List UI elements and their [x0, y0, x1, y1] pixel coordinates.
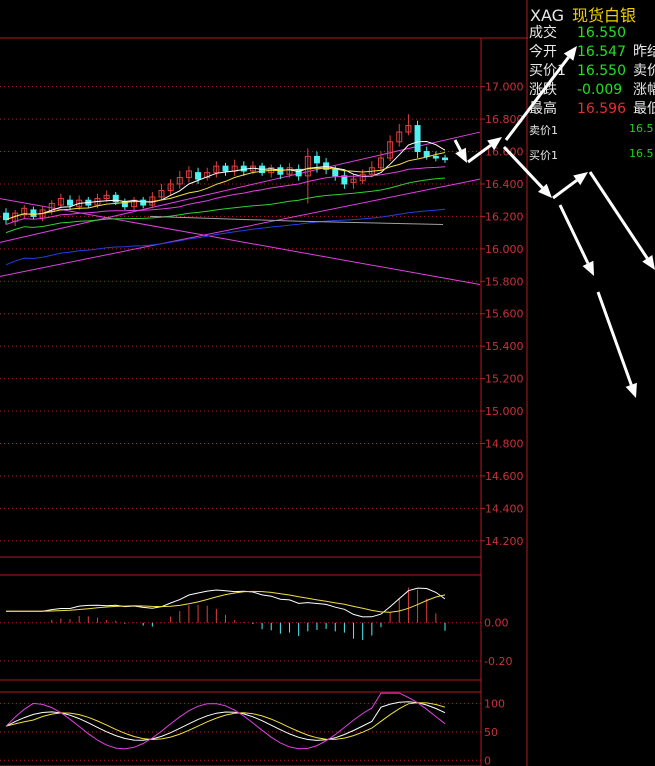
y-tick-label: 15.400 [485, 340, 524, 353]
quote-row-change: 涨跌 -0.009 涨幅 [529, 81, 655, 100]
sell1-value: 16.5 [629, 122, 654, 135]
trendline-up [0, 131, 481, 243]
row-label2: 昨结 [633, 44, 655, 60]
row-label: 最高 [529, 101, 557, 117]
y-tick-label: 17.000 [485, 81, 524, 94]
y-tick-label: 14.200 [485, 535, 524, 548]
candle-body [140, 199, 147, 206]
y-tick-label: 16.600 [485, 146, 524, 159]
trendline-down [0, 198, 481, 286]
y-tick-label: 15.000 [485, 405, 524, 418]
y-tick-label: 14.400 [485, 502, 524, 515]
row-value: 16.596 [577, 101, 626, 117]
row-label2: 涨幅 [633, 82, 655, 98]
candle-body [67, 199, 74, 206]
row-label: 今开 [529, 44, 557, 60]
candle-body [313, 155, 320, 164]
y-tick-label: 14.600 [485, 470, 524, 483]
row-label: 涨跌 [529, 82, 557, 98]
gray-line [149, 215, 444, 225]
buy1-value: 16.5 [629, 147, 654, 160]
candle-body [423, 151, 430, 157]
ma10-line [5, 152, 446, 221]
symbol-label: XAG [530, 6, 565, 25]
kdj-j-line [5, 692, 446, 750]
y-tick-label: 100 [484, 697, 505, 710]
y-tick-label: 15.600 [485, 308, 524, 321]
candle-body [195, 172, 202, 180]
quote-title: XAG 现货白银 [530, 2, 636, 26]
buy1-row: 买价1 16.5 [529, 147, 654, 163]
y-tick-label: 16.000 [485, 243, 524, 256]
ma5-line [5, 140, 446, 221]
row-value: 16.547 [577, 44, 626, 60]
macd-dif-line [6, 587, 446, 618]
buy1-label: 买价1 [529, 149, 558, 162]
row-label: 成交 [529, 25, 557, 41]
row-label: 买价1 [529, 63, 566, 79]
price-chart: 17.000 16.800 16.600 16.400 16.200 16.000 15.8… [0, 0, 528, 766]
quote-row-bid: 买价1 16.550 卖价 [529, 62, 655, 81]
y-tick-label: -0.20 [484, 655, 512, 668]
quote-row-high: 最高 16.596 最低 [529, 100, 655, 119]
sell1-label: 卖价1 [529, 124, 558, 137]
y-tick-label: 14.800 [485, 437, 524, 450]
quote-panel: XAG 现货白银 成交 16.550 今开 16.547 昨结 买价1 16.550 卖价 … [528, 0, 655, 766]
instrument-name: 现货白银 [572, 6, 637, 25]
quote-row-trade: 成交 16.550 [529, 24, 633, 43]
y-tick-label: 16.400 [485, 178, 524, 191]
candle-body [240, 165, 247, 172]
candle-body [222, 165, 229, 172]
y-tick-label: 15.800 [485, 275, 524, 288]
sell1-row: 卖价1 16.5 [529, 122, 654, 138]
y-tick-label: 16.800 [485, 113, 524, 126]
candle-body [332, 168, 339, 177]
y-tick-label: 0.00 [484, 617, 509, 630]
candle-body [432, 155, 439, 159]
row-value: 16.550 [577, 63, 626, 79]
y-tick-label: 0 [484, 754, 491, 766]
candle-body [442, 157, 448, 161]
y-tick-label: 16.200 [485, 210, 524, 223]
ma60-line [5, 208, 446, 266]
row-label2: 最低 [633, 101, 655, 117]
macd-dea-line [6, 590, 446, 613]
candle-body [30, 209, 37, 217]
candle-body [414, 125, 421, 153]
row-value: 16.550 [577, 25, 626, 41]
row-label2: 卖价 [633, 63, 655, 79]
quote-row-open: 今开 16.547 昨结 [529, 43, 655, 62]
row-value: -0.009 [577, 82, 623, 98]
candle-body [341, 175, 348, 185]
y-tick-label: 15.200 [485, 373, 524, 386]
y-tick-label: 50 [484, 726, 498, 739]
